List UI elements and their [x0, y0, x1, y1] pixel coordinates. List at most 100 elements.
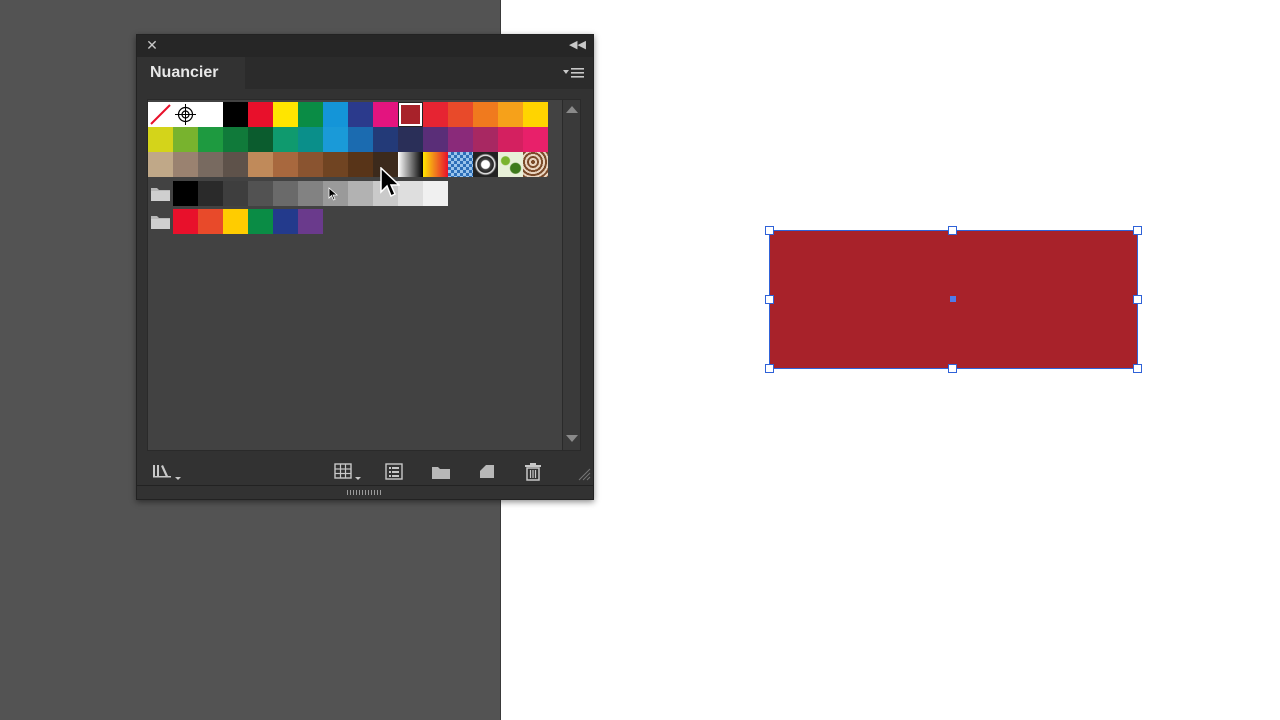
swatch[interactable] — [523, 152, 548, 177]
swatch[interactable] — [498, 102, 523, 127]
swatch[interactable] — [373, 102, 398, 127]
swatch[interactable] — [523, 127, 548, 152]
swatch[interactable] — [198, 209, 223, 234]
panel-bottom-toolbar — [137, 455, 593, 487]
swatch[interactable] — [423, 152, 448, 177]
swatch[interactable] — [248, 181, 273, 206]
swatch[interactable] — [223, 181, 248, 206]
swatch[interactable] — [423, 102, 448, 127]
swatches-panel: ✕ ◀◀ Nuancier — [136, 34, 594, 500]
swatch-group-colors — [148, 209, 323, 234]
swatch[interactable] — [198, 102, 223, 127]
swatch[interactable] — [423, 127, 448, 152]
scroll-up-icon[interactable] — [566, 106, 578, 113]
swatch[interactable] — [373, 127, 398, 152]
swatch[interactable] — [273, 127, 298, 152]
handle-middle-right[interactable] — [1133, 295, 1142, 304]
new-swatch-icon[interactable] — [476, 461, 498, 483]
handle-top-right[interactable] — [1133, 226, 1142, 235]
new-color-group-icon[interactable] — [430, 461, 452, 483]
handle-bottom-center[interactable] — [948, 364, 957, 373]
swatch-options-icon[interactable] — [383, 461, 405, 483]
swatch-row-3 — [148, 152, 548, 177]
swatch[interactable] — [448, 152, 473, 177]
trash-icon[interactable] — [522, 461, 544, 483]
swatch[interactable] — [173, 127, 198, 152]
swatch[interactable] — [173, 152, 198, 177]
swatch[interactable] — [323, 152, 348, 177]
resize-grip-icon[interactable] — [577, 467, 591, 481]
swatch[interactable] — [448, 102, 473, 127]
swatch[interactable] — [198, 127, 223, 152]
swatch[interactable] — [148, 127, 173, 152]
swatch[interactable] — [198, 181, 223, 206]
swatch[interactable] — [348, 127, 373, 152]
swatch[interactable] — [498, 152, 523, 177]
swatch[interactable] — [398, 102, 423, 127]
swatch[interactable] — [298, 102, 323, 127]
handle-top-left[interactable] — [765, 226, 774, 235]
swatch[interactable] — [173, 181, 198, 206]
swatch[interactable] — [298, 127, 323, 152]
swatch[interactable] — [323, 102, 348, 127]
swatch[interactable] — [398, 152, 423, 177]
panel-titlebar[interactable]: ✕ ◀◀ — [137, 35, 593, 57]
swatch[interactable] — [323, 127, 348, 152]
swatch[interactable] — [248, 152, 273, 177]
swatch[interactable] — [398, 181, 423, 206]
panel-tab-row: Nuancier — [137, 57, 593, 89]
collapse-icon[interactable]: ◀◀ — [569, 37, 586, 53]
small-pointer-icon — [328, 187, 339, 201]
panel-menu-icon[interactable] — [563, 65, 585, 81]
swatch[interactable] — [223, 127, 248, 152]
swatch[interactable] — [273, 152, 298, 177]
swatch[interactable] — [398, 127, 423, 152]
swatch[interactable] — [223, 102, 248, 127]
swatch[interactable] — [498, 127, 523, 152]
color-group-folder-icon[interactable] — [148, 181, 173, 206]
panel-divider — [137, 485, 593, 486]
handle-middle-left[interactable] — [765, 295, 774, 304]
swatch[interactable] — [448, 127, 473, 152]
swatch[interactable] — [348, 152, 373, 177]
tab-nuancier[interactable]: Nuancier — [137, 57, 245, 89]
color-group-folder-icon[interactable] — [148, 209, 173, 234]
swatch[interactable] — [348, 181, 373, 206]
swatch[interactable] — [298, 152, 323, 177]
swatch[interactable] — [273, 209, 298, 234]
handle-bottom-right[interactable] — [1133, 364, 1142, 373]
swatch[interactable] — [248, 209, 273, 234]
swatch[interactable] — [248, 102, 273, 127]
swatch[interactable] — [348, 102, 373, 127]
swatch[interactable] — [248, 127, 273, 152]
close-icon[interactable]: ✕ — [145, 37, 159, 53]
handle-top-center[interactable] — [948, 226, 957, 235]
swatch[interactable] — [223, 209, 248, 234]
mouse-pointer-icon — [380, 166, 401, 199]
swatch-row-2 — [148, 127, 548, 152]
swatch-libraries-icon[interactable] — [151, 461, 185, 483]
scrollbar[interactable] — [563, 99, 581, 451]
swatch[interactable] — [523, 102, 548, 127]
swatch[interactable] — [198, 152, 223, 177]
swatch[interactable] — [148, 152, 173, 177]
panel-resize-grip[interactable] — [347, 490, 381, 495]
swatch[interactable] — [223, 152, 248, 177]
swatch[interactable] — [173, 102, 198, 127]
swatch[interactable] — [473, 102, 498, 127]
swatch[interactable] — [148, 102, 173, 127]
swatch-group-grays — [148, 181, 448, 206]
swatch[interactable] — [473, 127, 498, 152]
swatch[interactable] — [298, 181, 323, 206]
swatch[interactable] — [173, 209, 198, 234]
swatch-grid — [147, 99, 563, 451]
show-swatch-kinds-icon[interactable] — [333, 461, 365, 483]
handle-bottom-left[interactable] — [765, 364, 774, 373]
swatch[interactable] — [423, 181, 448, 206]
swatch[interactable] — [298, 209, 323, 234]
center-point — [950, 296, 956, 302]
swatch[interactable] — [473, 152, 498, 177]
swatch[interactable] — [273, 102, 298, 127]
swatch[interactable] — [273, 181, 298, 206]
scroll-down-icon[interactable] — [566, 435, 578, 442]
